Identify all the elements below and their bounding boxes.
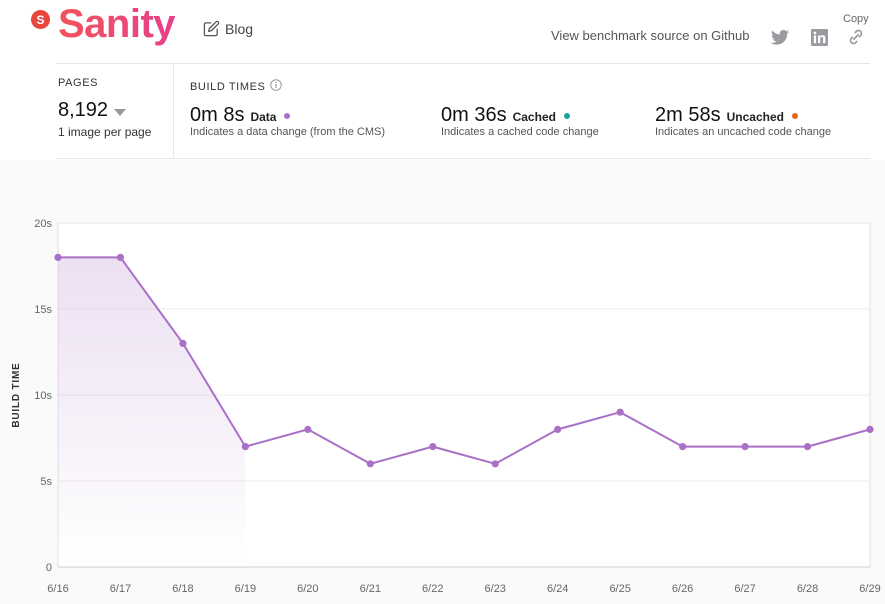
data-point[interactable] bbox=[179, 339, 187, 347]
data-point[interactable] bbox=[679, 443, 687, 451]
data-point[interactable] bbox=[429, 443, 437, 451]
build-time-chart: 0 5s 10s 15s 20s 6/16 6/17 6/18 6/19 6/20 6/21 6/22… bbox=[11, 218, 881, 595]
x-tick-label: 6/16 bbox=[47, 583, 68, 595]
data-point[interactable] bbox=[54, 253, 62, 261]
y-tick-label: 0 bbox=[46, 562, 52, 574]
x-tick-label: 6/24 bbox=[547, 583, 568, 595]
data-point[interactable] bbox=[241, 443, 249, 451]
data-point[interactable] bbox=[554, 425, 562, 433]
data-point[interactable] bbox=[366, 460, 374, 468]
data-point[interactable] bbox=[116, 253, 125, 261]
data-point[interactable] bbox=[304, 425, 312, 433]
y-tick-label: 20s bbox=[34, 218, 52, 230]
x-tick-label: 6/26 bbox=[672, 583, 693, 595]
y-tick-label: 5s bbox=[40, 476, 52, 488]
y-tick-label: 15s bbox=[34, 304, 52, 316]
x-tick-label: 6/22 bbox=[422, 583, 443, 595]
x-tick-label: 6/20 bbox=[297, 583, 318, 595]
data-point[interactable] bbox=[616, 408, 624, 416]
data-point[interactable] bbox=[491, 460, 499, 468]
data-point[interactable] bbox=[803, 443, 812, 451]
x-tick-label: 6/27 bbox=[734, 583, 755, 595]
x-tick-label: 6/28 bbox=[797, 583, 818, 595]
x-tick-label: 6/18 bbox=[172, 583, 193, 595]
x-tick-label: 6/17 bbox=[110, 583, 131, 595]
x-tick-label: 6/23 bbox=[485, 583, 506, 595]
x-tick-label: 6/25 bbox=[609, 583, 630, 595]
x-tick-label: 6/29 bbox=[859, 583, 880, 595]
y-axis-label: BUILD TIME bbox=[11, 362, 22, 427]
y-tick-label: 10s bbox=[34, 390, 52, 402]
x-tick-label: 6/21 bbox=[360, 583, 381, 595]
data-point[interactable] bbox=[866, 425, 874, 433]
data-point[interactable] bbox=[741, 443, 749, 451]
x-tick-label: 6/19 bbox=[235, 583, 256, 595]
